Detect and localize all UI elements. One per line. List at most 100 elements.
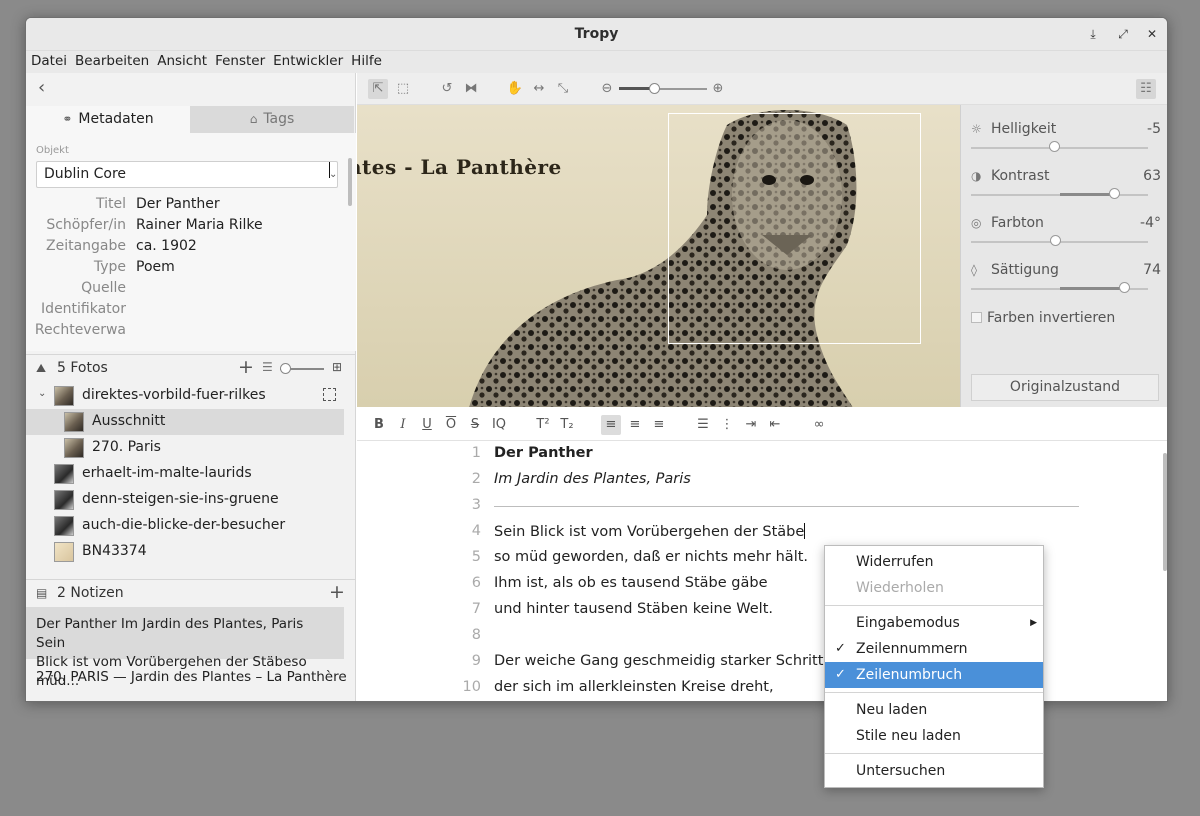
bold-icon[interactable]: B: [369, 415, 389, 435]
menu-item-line-numbers[interactable]: ✓Zeilennummern einblenden: [825, 636, 1043, 683]
selection-box[interactable]: [668, 113, 921, 344]
menu-hilfe[interactable]: Hilfe: [348, 51, 385, 71]
photo-item[interactable]: auch-die-blicke-der-besucher: [26, 513, 356, 539]
tab-metadata[interactable]: ⚭ Metadaten: [26, 106, 190, 133]
line-text[interactable]: der sich im allerkleinsten Kreise dreht,: [494, 679, 774, 695]
slider-handle[interactable]: [1049, 141, 1061, 152]
field-row-source[interactable]: Quelle: [26, 279, 346, 300]
invert-colors-checkbox[interactable]: Farben invertieren: [971, 310, 1115, 326]
editor-line[interactable]: 5 so müd geworden, daß er nichts mehr häl…: [357, 545, 1167, 571]
zoom-in-icon[interactable]: ⊕: [708, 79, 728, 99]
thumbnail-zoom-handle[interactable]: [280, 363, 291, 374]
mirror-icon[interactable]: ⧓: [461, 79, 481, 99]
field-value[interactable]: Rainer Maria Rilke: [136, 217, 263, 233]
slider-handle[interactable]: [1049, 235, 1061, 246]
field-row-title[interactable]: Titel Der Panther: [26, 195, 346, 216]
selection-item[interactable]: Ausschnitt: [26, 409, 344, 435]
editor-line[interactable]: 4 Sein Blick ist vom Vorübergehen der Stä…: [357, 519, 1167, 545]
contrast-control[interactable]: ◑ Kontrast 63: [971, 168, 1161, 209]
align-left-icon[interactable]: ≡: [601, 415, 621, 435]
saturation-control[interactable]: ◊ Sättigung 74: [971, 262, 1161, 303]
line-text[interactable]: Sein Blick ist vom Vorübergehen der Stäb…: [494, 523, 806, 540]
reset-button[interactable]: Originalzustand: [971, 374, 1159, 401]
field-row-type[interactable]: Type Poem: [26, 258, 346, 279]
field-row-identifier[interactable]: Identifikator: [26, 300, 346, 321]
menu-item-undo[interactable]: Widerrufen: [825, 549, 1043, 575]
metadata-scrollbar[interactable]: [348, 158, 352, 206]
menu-fenster[interactable]: Fenster: [212, 51, 268, 71]
line-text[interactable]: Der Panther: [494, 445, 593, 461]
selection-icon[interactable]: [323, 388, 336, 401]
align-center-icon[interactable]: ≡: [625, 415, 645, 435]
editor-line[interactable]: 6 Ihm ist, als ob es tausend Stäbe gäbe: [357, 571, 1167, 597]
close-icon[interactable]: ✕: [1144, 26, 1160, 42]
slider-handle[interactable]: [1118, 282, 1130, 293]
note-item[interactable]: 270. PARIS — Jardin des Plantes – La Pan…: [36, 669, 347, 685]
link-icon[interactable]: ∞: [809, 415, 829, 435]
menu-entwickler[interactable]: Entwickler: [270, 51, 346, 71]
list-view-icon[interactable]: ☰: [262, 360, 273, 374]
menu-item-reload[interactable]: Neu laden: [825, 697, 1043, 723]
grid-view-icon[interactable]: ⊞: [332, 360, 342, 374]
tab-tags[interactable]: ⌂ Tags: [190, 106, 354, 133]
editor-line[interactable]: 3: [357, 493, 1167, 519]
field-row-rights[interactable]: Rechteverwa: [26, 321, 346, 342]
photo-item[interactable]: ⌄ direktes-vorbild-fuer-rilkes: [26, 383, 356, 409]
underline-icon[interactable]: U: [417, 415, 437, 435]
line-text[interactable]: Ihm ist, als ob es tausend Stäbe gäbe: [494, 575, 768, 591]
editor-line[interactable]: 1 Der Panther: [357, 441, 1167, 467]
slider-handle[interactable]: [1109, 188, 1121, 199]
numbered-list-icon[interactable]: ⋮: [717, 415, 737, 435]
overline-icon[interactable]: O: [441, 415, 461, 435]
field-value[interactable]: Der Panther: [136, 196, 220, 212]
line-text[interactable]: Der weiche Gang geschmeidig starker Schr…: [494, 653, 837, 669]
note-editor[interactable]: 1 Der Panther 2 Im Jardin des Plantes, Par…: [357, 441, 1167, 701]
align-right-icon[interactable]: ≡: [649, 415, 669, 435]
field-value[interactable]: ca. 1902: [136, 238, 197, 254]
editor-scrollbar[interactable]: [1163, 453, 1167, 571]
fit-screen-icon[interactable]: ⤡: [553, 79, 573, 99]
superscript-icon[interactable]: T²: [533, 415, 553, 435]
minimize-icon[interactable]: ⤓: [1085, 26, 1101, 42]
add-photo-button[interactable]: +: [238, 356, 254, 378]
arrow-pointer-icon[interactable]: ⇱: [368, 79, 388, 99]
menu-ansicht[interactable]: Ansicht: [154, 51, 210, 71]
template-select[interactable]: Dublin Core ⌄: [36, 161, 338, 188]
menu-item-reload-styles[interactable]: Stile neu laden: [825, 723, 1043, 749]
back-arrow-icon[interactable]: ‹: [38, 79, 56, 97]
quote-icon[interactable]: IQ: [489, 415, 509, 435]
menu-item-line-wrap[interactable]: ✓ Zeilenumbruch: [825, 662, 1043, 688]
add-note-button[interactable]: +: [329, 581, 345, 603]
field-row-date[interactable]: Zeitangabe ca. 1902: [26, 237, 346, 258]
maximize-icon[interactable]: ⤢: [1115, 26, 1131, 42]
adjustments-icon[interactable]: ☷: [1136, 79, 1156, 99]
indent-icon[interactable]: ⇥: [741, 415, 761, 435]
editor-line[interactable]: 8: [357, 623, 1167, 649]
brightness-control[interactable]: ☼ Helligkeit -5: [971, 121, 1161, 162]
photo-item[interactable]: erhaelt-im-malte-laurids: [26, 461, 356, 487]
line-text[interactable]: und hinter tausend Stäben keine Welt.: [494, 601, 773, 617]
line-text[interactable]: so müd geworden, daß er nichts mehr hält…: [494, 549, 808, 565]
hue-control[interactable]: ◎ Farbton -4°: [971, 215, 1161, 256]
editor-line[interactable]: 7 und hinter tausend Stäben keine Welt.: [357, 597, 1167, 623]
menu-item-input-mode[interactable]: Eingabemodus ▶: [825, 610, 1043, 636]
checkbox-box[interactable]: [971, 312, 982, 323]
menu-bearbeiten[interactable]: Bearbeiten: [72, 51, 152, 71]
note-item[interactable]: Der Panther Im Jardin des Plantes, Paris…: [26, 607, 344, 689]
outdent-icon[interactable]: ⇤: [765, 415, 785, 435]
strikethrough-icon[interactable]: S: [465, 415, 485, 435]
photo-item[interactable]: denn-steigen-sie-ins-gruene: [26, 487, 356, 513]
menu-datei[interactable]: Datei: [28, 51, 70, 71]
zoom-slider-handle[interactable]: [649, 83, 660, 94]
selection-tool-icon[interactable]: ⬚: [393, 79, 413, 99]
selection-item[interactable]: 270. Paris: [26, 435, 356, 461]
hand-icon[interactable]: ✋: [505, 79, 525, 99]
photo-item[interactable]: BN43374: [26, 539, 356, 565]
fit-width-icon[interactable]: ↔: [529, 79, 549, 99]
chevron-down-icon[interactable]: ⌄: [38, 388, 46, 399]
editor-line[interactable]: 9 Der weiche Gang geschmeidig starker Sch…: [357, 649, 1167, 675]
subscript-icon[interactable]: T₂: [557, 415, 577, 435]
editor-line[interactable]: 2 Im Jardin des Plantes, Paris: [357, 467, 1167, 493]
menu-item-inspect[interactable]: Untersuchen: [825, 758, 1043, 784]
field-row-creator[interactable]: Schöpfer/in Rainer Maria Rilke: [26, 216, 346, 237]
